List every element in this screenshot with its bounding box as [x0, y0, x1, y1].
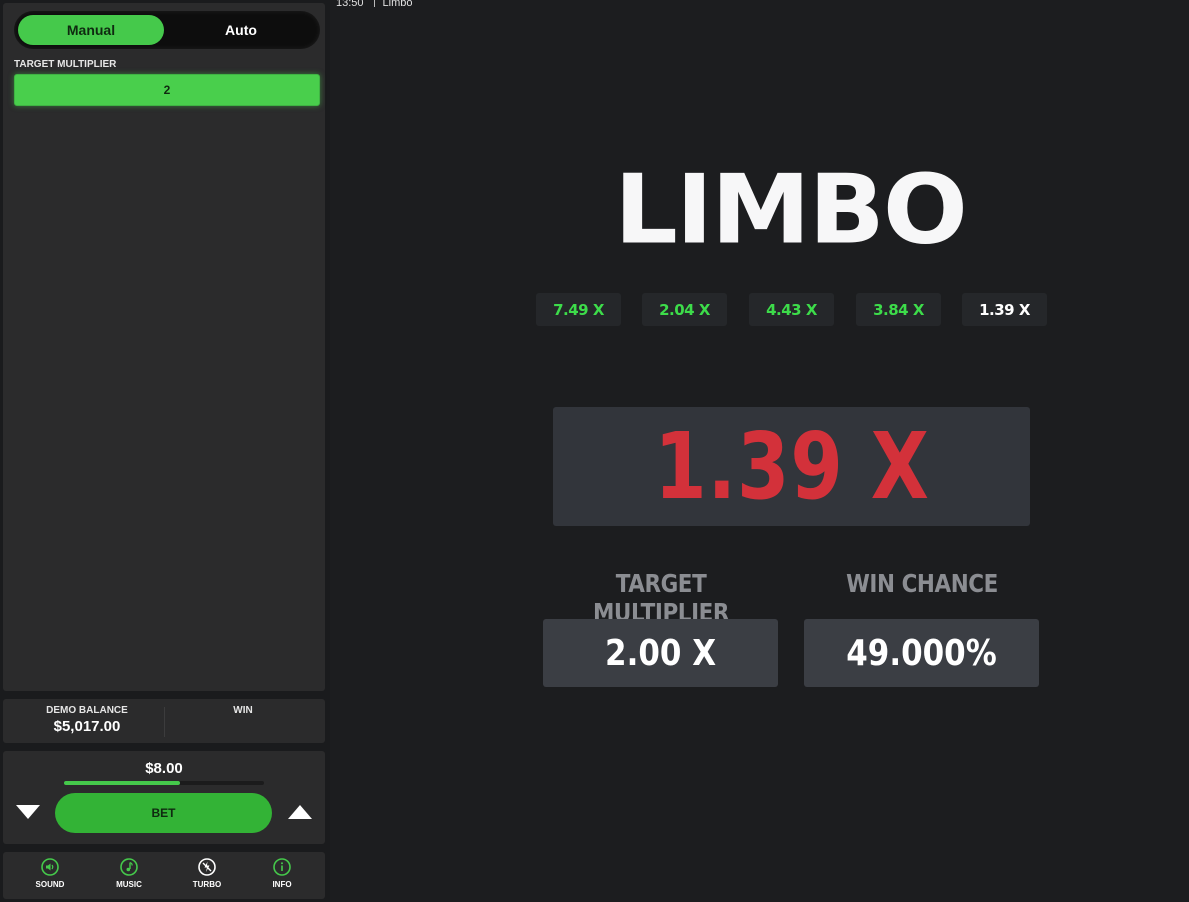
- sidebar: Manual Auto TARGET MULTIPLIER DEMO BALAN…: [0, 0, 330, 902]
- target-multiplier-input[interactable]: [14, 74, 320, 106]
- music-button[interactable]: MUSIC: [99, 858, 159, 889]
- info-icon: [273, 858, 291, 876]
- sound-button[interactable]: SOUND: [20, 858, 80, 889]
- history-chip: 3.84 X: [856, 293, 941, 326]
- result-history: 7.49 X 2.04 X 4.43 X 3.84 X 1.39 X: [536, 293, 1056, 326]
- result-multiplier: 1.39 X: [653, 413, 930, 520]
- demo-balance-label: DEMO BALANCE: [46, 705, 128, 716]
- target-multiplier-value: 2.00 X: [604, 632, 717, 674]
- bet-slider-fill: [64, 781, 180, 785]
- chevron-up-icon: [288, 805, 312, 819]
- bet-amount-slider[interactable]: [64, 781, 264, 785]
- win-chance-heading: WIN CHANCE: [846, 569, 998, 598]
- limbo-game-app: Manual Auto TARGET MULTIPLIER DEMO BALAN…: [0, 0, 1189, 902]
- history-chip: 7.49 X: [536, 293, 621, 326]
- turbo-button[interactable]: TURBO: [177, 858, 237, 889]
- mode-toggle: Manual Auto: [14, 11, 320, 49]
- game-logo: LIMBO: [614, 153, 968, 266]
- bet-amount: $8.00: [145, 760, 183, 777]
- info-label: INFO: [272, 880, 292, 889]
- chevron-down-icon: [16, 805, 40, 819]
- history-chip: 4.43 X: [749, 293, 834, 326]
- history-chip: 2.04 X: [642, 293, 727, 326]
- clock: 13:50: [336, 0, 364, 9]
- balance-panel: DEMO BALANCE $5,017.00 WIN: [3, 699, 325, 743]
- tab-manual[interactable]: Manual: [18, 15, 164, 45]
- music-label: MUSIC: [116, 880, 142, 889]
- sound-label: SOUND: [35, 880, 65, 889]
- top-bar: 13:50 Limbo: [336, 0, 413, 9]
- music-note-icon: [120, 858, 138, 876]
- target-multiplier-box[interactable]: 2.00 X: [543, 619, 778, 687]
- info-button[interactable]: INFO: [252, 858, 312, 889]
- tab-auto[interactable]: Auto: [166, 15, 316, 45]
- win-chance-value: 49.000%: [846, 632, 997, 674]
- bet-config-panel: Manual Auto TARGET MULTIPLIER: [3, 3, 325, 691]
- bet-panel: $8.00 BET: [3, 751, 325, 844]
- decrease-bet-button[interactable]: [14, 803, 42, 821]
- win-chance-box[interactable]: 49.000%: [804, 619, 1039, 687]
- increase-bet-button[interactable]: [286, 803, 314, 821]
- win-label: WIN: [233, 705, 253, 716]
- footer-toolbar: SOUND MUSIC TURBO INFO: [3, 852, 325, 899]
- turbo-label: TURBO: [192, 880, 222, 889]
- result-display: 1.39 X: [553, 407, 1030, 526]
- turbo-icon: [198, 858, 216, 876]
- game-title: Limbo: [382, 0, 413, 9]
- speaker-icon: [41, 858, 59, 876]
- demo-balance-value: $5,017.00: [53, 718, 121, 735]
- target-multiplier-label: TARGET MULTIPLIER: [14, 59, 117, 70]
- divider: [373, 0, 375, 7]
- win-display: WIN: [163, 705, 323, 716]
- history-chip: 1.39 X: [962, 293, 1047, 326]
- demo-balance: DEMO BALANCE $5,017.00: [7, 705, 167, 735]
- bet-button[interactable]: BET: [55, 793, 272, 833]
